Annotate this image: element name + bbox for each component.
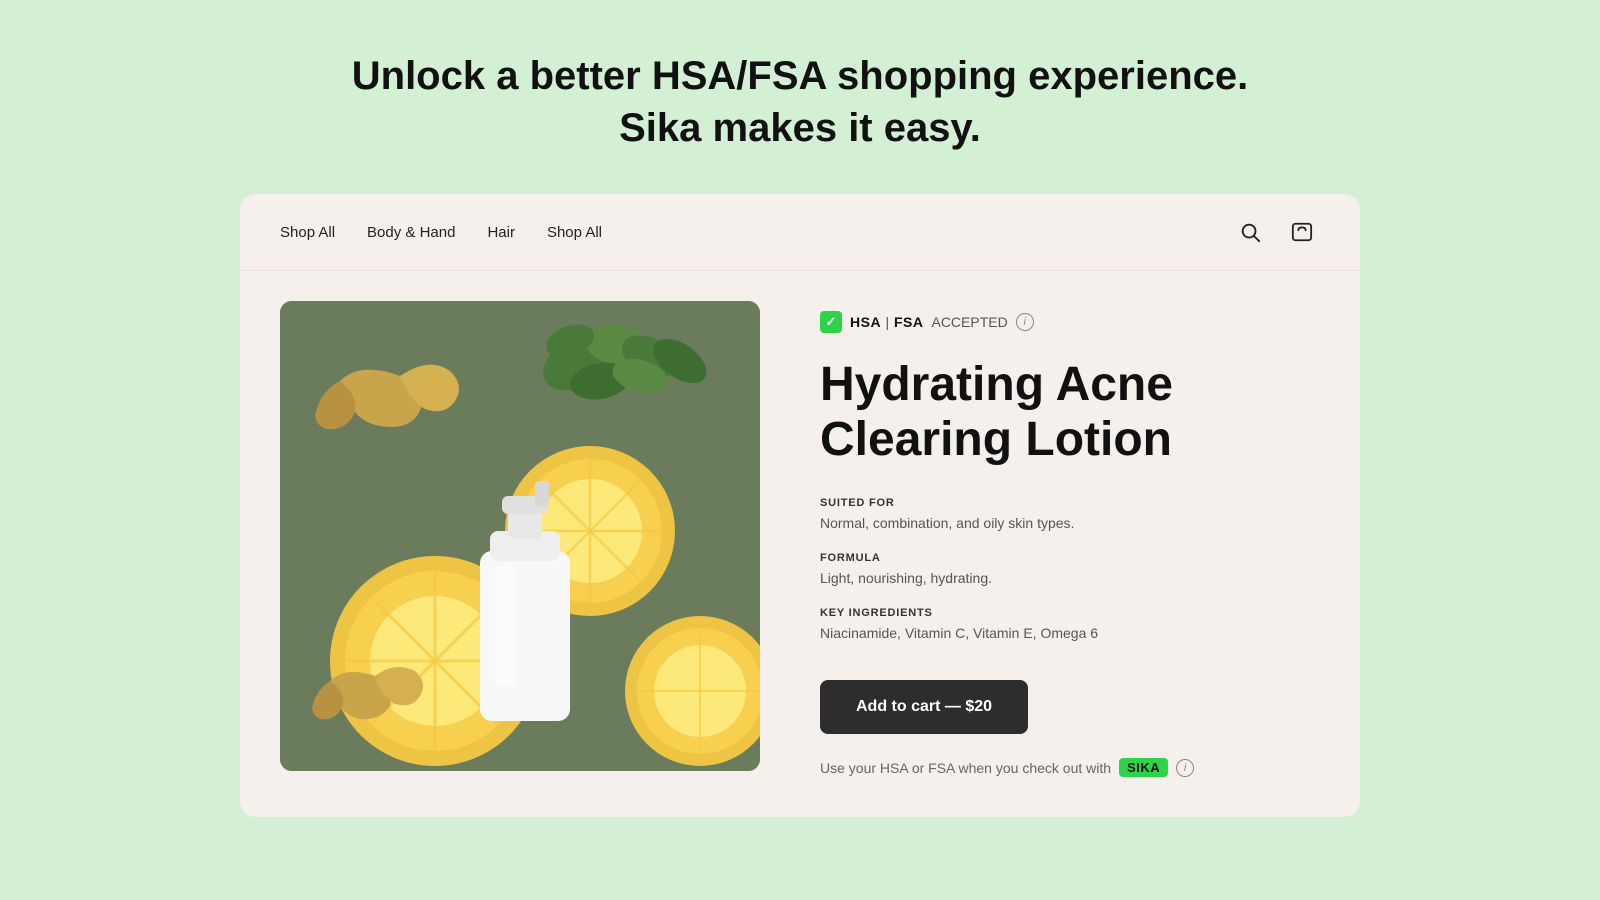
product-illustration xyxy=(280,301,760,771)
spec-key-ingredients: KEY INGREDIENTS Niacinamide, Vitamin C, … xyxy=(820,607,1320,644)
hsa-check-icon: ✓ xyxy=(820,311,842,333)
hero-title-line1: Unlock a better HSA/FSA shopping experie… xyxy=(352,54,1248,98)
nav-hair[interactable]: Hair xyxy=(487,224,515,241)
cart-button[interactable] xyxy=(1284,214,1320,250)
main-card: Shop All Body & Hand Hair Shop All xyxy=(240,194,1360,817)
nav-links: Shop All Body & Hand Hair Shop All xyxy=(280,224,1232,241)
checkout-note: Use your HSA or FSA when you check out w… xyxy=(820,758,1320,777)
nav-body-hand[interactable]: Body & Hand xyxy=(367,224,455,241)
add-to-cart-button[interactable]: Add to cart — $20 xyxy=(820,680,1028,734)
hsa-badge: ✓ HSA | FSA ACCEPTED i xyxy=(820,311,1320,333)
hero-title-line2: Sika makes it easy. xyxy=(619,106,981,150)
hsa-info-icon[interactable]: i xyxy=(1016,313,1034,331)
spec-key-ingredients-label: KEY INGREDIENTS xyxy=(820,607,1320,619)
checkout-info-icon[interactable]: i xyxy=(1176,759,1194,777)
navbar: Shop All Body & Hand Hair Shop All xyxy=(240,194,1360,271)
nav-shop-all-1[interactable]: Shop All xyxy=(280,224,335,241)
sika-badge: SIKA xyxy=(1119,758,1168,777)
hsa-label: HSA xyxy=(850,314,881,330)
spec-formula-value: Light, nourishing, hydrating. xyxy=(820,568,1320,589)
search-icon xyxy=(1239,221,1261,243)
hsa-accepted-text: ACCEPTED xyxy=(931,314,1007,330)
spec-formula-label: FORMULA xyxy=(820,552,1320,564)
spec-key-ingredients-value: Niacinamide, Vitamin C, Vitamin E, Omega… xyxy=(820,623,1320,644)
nav-shop-all-2[interactable]: Shop All xyxy=(547,224,602,241)
product-section: ✓ HSA | FSA ACCEPTED i Hydrating Acne Cl… xyxy=(240,271,1360,817)
search-button[interactable] xyxy=(1232,214,1268,250)
nav-actions xyxy=(1232,214,1320,250)
product-title: Hydrating Acne Clearing Lotion xyxy=(820,357,1320,467)
hero-banner: Unlock a better HSA/FSA shopping experie… xyxy=(0,0,1600,194)
cart-icon xyxy=(1291,221,1313,243)
product-details: ✓ HSA | FSA ACCEPTED i Hydrating Acne Cl… xyxy=(820,301,1320,777)
product-image-bg xyxy=(280,301,760,771)
product-image-container xyxy=(280,301,760,771)
product-specs: SUITED FOR Normal, combination, and oily… xyxy=(820,497,1320,644)
spec-formula: FORMULA Light, nourishing, hydrating. xyxy=(820,552,1320,589)
separator: | xyxy=(885,314,894,330)
hero-title: Unlock a better HSA/FSA shopping experie… xyxy=(20,50,1580,154)
fsa-label: FSA xyxy=(894,314,924,330)
page-wrapper: Unlock a better HSA/FSA shopping experie… xyxy=(0,0,1600,900)
spec-suited-for-value: Normal, combination, and oily skin types… xyxy=(820,513,1320,534)
spec-suited-for-label: SUITED FOR xyxy=(820,497,1320,509)
checkout-note-text: Use your HSA or FSA when you check out w… xyxy=(820,760,1111,776)
spec-suited-for: SUITED FOR Normal, combination, and oily… xyxy=(820,497,1320,534)
hsa-fsa-label: HSA | FSA xyxy=(850,314,923,330)
